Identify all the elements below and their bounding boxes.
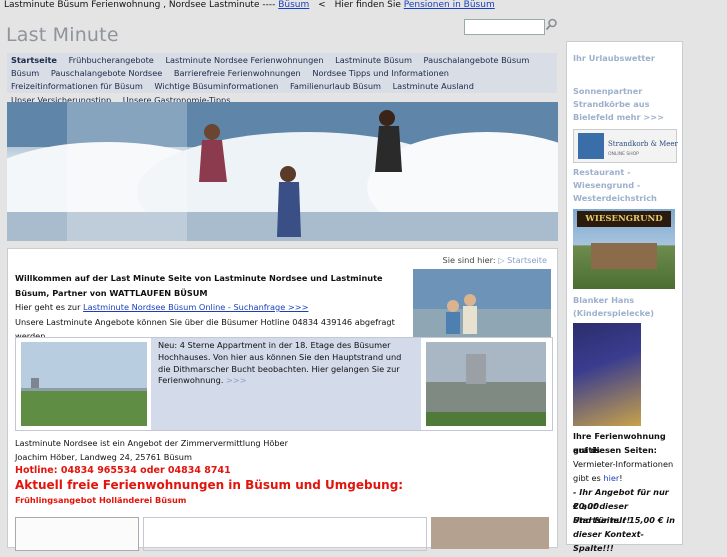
top-bar-separator: < bbox=[318, 0, 326, 10]
listing-row bbox=[15, 517, 551, 557]
promo-line7-text: Und für nur 15,00 € in bbox=[573, 515, 675, 525]
listing-details bbox=[143, 517, 427, 551]
vermieter-info-link[interactable]: hier bbox=[603, 473, 619, 483]
breadcrumb-arrow-icon: ▷ bbox=[498, 255, 505, 265]
listing-photo bbox=[15, 517, 139, 551]
nav-item-freizeit[interactable]: Freizeitinformationen für Büsum bbox=[11, 80, 143, 93]
breadcrumb: Sie sind hier: ▷ Startseite bbox=[443, 255, 547, 265]
nav-item-buesum[interactable]: Büsum bbox=[11, 67, 39, 80]
promo-line8-text: dieser Kontext-Spalte!!! bbox=[573, 529, 644, 553]
nav-item-barrierefrei[interactable]: Barrierefreie Ferienwohnungen bbox=[174, 67, 301, 80]
wiesengrund-photo[interactable]: WIESENGRUND bbox=[573, 209, 675, 289]
blanker-hans-line1: Blanker Hans bbox=[573, 295, 635, 305]
intro-heading: Willkommen auf der Last Minute Seite von… bbox=[15, 273, 383, 298]
blanker-hans-line2: (Kinderspielecke) bbox=[573, 308, 654, 318]
nav-item-ausland[interactable]: Lastminute Ausland bbox=[393, 80, 474, 93]
nav-item-buesuminfo[interactable]: Wichtige Büsuminformationen bbox=[154, 80, 278, 93]
free-apartments-heading: Aktuell freie Ferienwohnungen in Büsum u… bbox=[15, 478, 404, 492]
hero-banner-image bbox=[7, 102, 558, 241]
featured-more-link[interactable]: >>> bbox=[226, 375, 247, 385]
search-icon[interactable] bbox=[545, 18, 558, 31]
nav-item-pauschal-nordsee[interactable]: Pauschalangebote Nordsee bbox=[51, 67, 162, 80]
restaurant-line2: Wiesengrund - bbox=[573, 180, 641, 190]
thatched-house-shape bbox=[591, 243, 657, 269]
promo-line7: Und für nur 15,00 € in bbox=[573, 514, 675, 528]
strandkorb-logo-icon bbox=[578, 133, 604, 159]
promo-line2: auf diesen Seiten: bbox=[573, 445, 657, 455]
wiesengrund-sign: WIESENGRUND bbox=[577, 211, 671, 227]
sidebar: Ihr Urlaubswetter Sonnenpartner Strandkö… bbox=[566, 41, 683, 553]
buesum-link[interactable]: Büsum bbox=[278, 0, 309, 10]
nav-item-startseite[interactable]: Startseite bbox=[11, 54, 57, 67]
sponsor-more-link[interactable]: Bielefeld mehr >>> bbox=[573, 111, 664, 125]
hotline-text: Hotline: 04834 965534 oder 04834 8741 bbox=[15, 465, 231, 476]
nav-item-nordsee-tipps[interactable]: Nordsee Tipps und Informationen bbox=[312, 67, 449, 80]
weather-heading[interactable]: Ihr Urlaubswetter bbox=[573, 52, 655, 66]
kids-on-shore-photo bbox=[413, 269, 551, 339]
intro-text: Willkommen auf der Last Minute Seite von… bbox=[15, 271, 405, 344]
online-suchanfrage-link[interactable]: Lastminute Nordsee Büsum Online - Suchan… bbox=[83, 302, 308, 312]
strandkorb-logo-sub: ONLINE SHOP bbox=[608, 152, 639, 157]
breadcrumb-current[interactable]: Startseite bbox=[507, 255, 547, 265]
contact-block: Lastminute Nordsee ist ein Angebot der Z… bbox=[15, 436, 515, 507]
pensionen-link[interactable]: Pensionen in Büsum bbox=[404, 0, 495, 10]
coast-photo bbox=[21, 342, 147, 426]
top-bar-text: Lastminute Büsum Ferienwohnung , Nordsee… bbox=[4, 0, 276, 10]
harbour-photo bbox=[426, 342, 546, 426]
nav-item-pauschal-buesum[interactable]: Pauschalangebote Büsum bbox=[424, 54, 530, 67]
intro-line1-prefix: Hier geht es zur bbox=[15, 302, 81, 312]
promo-line4-suffix: ! bbox=[619, 473, 623, 483]
wave-splash-illustration bbox=[7, 102, 558, 241]
kinderspielecke-photo[interactable] bbox=[573, 323, 641, 426]
sponsor-line1: Sonnenpartner bbox=[573, 86, 643, 96]
nav-item-fruehbucher[interactable]: Frühbucherangebote bbox=[69, 54, 154, 67]
featured-apartment[interactable]: Neu: 4 Sterne Appartment in der 18. Etag… bbox=[15, 337, 553, 431]
main-nav: Startseite Frühbucherangebote Lastminute… bbox=[7, 53, 557, 105]
promo-line3: Vermieter-Informationen bbox=[573, 459, 674, 469]
site-title: Last Minute bbox=[6, 24, 119, 46]
contact-line1: Lastminute Nordsee ist ein Angebot der Z… bbox=[15, 438, 288, 448]
promo-line4-prefix: gibt es bbox=[573, 473, 601, 483]
listing-photo-2 bbox=[431, 517, 549, 549]
promo-line4: gibt es hier! bbox=[573, 472, 623, 486]
spring-offer-text: Frühlingsangebot Holländerei Büsum bbox=[15, 495, 187, 505]
nav-item-lastminute-buesum[interactable]: Lastminute Büsum bbox=[335, 54, 412, 67]
featured-apartment-description: Neu: 4 Sterne Appartment in der 18. Etag… bbox=[158, 340, 402, 386]
search-input[interactable] bbox=[464, 19, 545, 35]
sponsor-line2: Strandkörbe aus bbox=[573, 99, 650, 109]
featured-apartment-text: Neu: 4 Sterne Appartment in der 18. Etag… bbox=[151, 338, 421, 430]
main-content: Sie sind hier: ▷ Startseite Willkommen a… bbox=[7, 248, 558, 551]
breadcrumb-prefix: Sie sind hier: bbox=[442, 255, 496, 265]
contact-address: Joachim Höber, Landweg 24, 25761 Büsum bbox=[15, 452, 192, 462]
restaurant-line1: Restaurant - bbox=[573, 167, 631, 177]
nav-item-lastminute-nordsee-fewo[interactable]: Lastminute Nordsee Ferienwohnungen bbox=[165, 54, 323, 67]
nav-item-familienurlaub[interactable]: Familienurlaub Büsum bbox=[290, 80, 381, 93]
top-bar-text-mid: Hier finden Sie bbox=[334, 0, 401, 10]
strandkorb-banner[interactable]: Strandkorb & Meer ONLINE SHOP bbox=[573, 129, 678, 163]
top-bar: Lastminute Büsum Ferienwohnung , Nordsee… bbox=[0, 0, 727, 14]
promo-line8: dieser Kontext-Spalte!!! bbox=[573, 528, 682, 555]
restaurant-line3: Westerdeichstrich bbox=[573, 193, 657, 203]
